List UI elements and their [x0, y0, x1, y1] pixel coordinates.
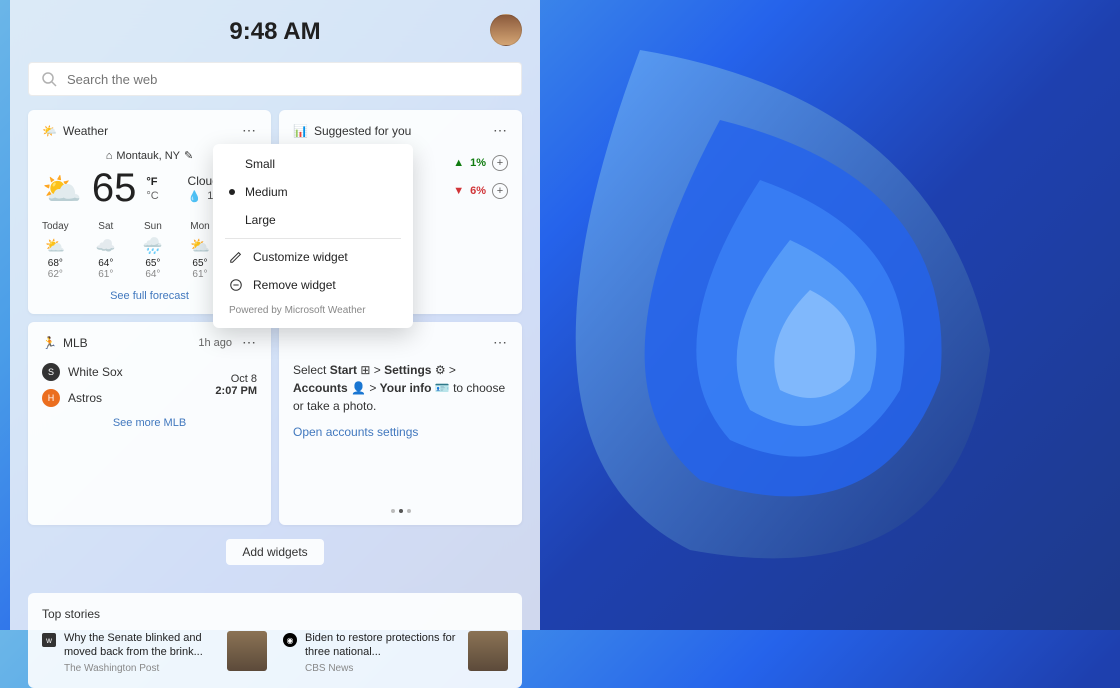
arrow-up-icon: ▲: [453, 157, 464, 169]
game-date: Oct 8: [215, 373, 257, 385]
menu-separator: [225, 238, 401, 239]
id-icon: 🪪: [435, 381, 450, 395]
dot[interactable]: [399, 509, 403, 513]
add-widgets-button[interactable]: Add widgets: [226, 539, 323, 565]
tips-body: Select Start ⊞ > Settings ⚙ > Accounts 👤…: [293, 361, 508, 415]
see-more-mlb-link[interactable]: See more MLB: [42, 417, 257, 429]
user-avatar[interactable]: [490, 14, 522, 46]
change-pct: 1%: [470, 157, 486, 169]
weather-title: Weather: [63, 124, 108, 138]
story-thumbnail: [227, 631, 267, 671]
suggested-title: Suggested for you: [314, 124, 411, 138]
story-headline: Biden to restore protections for three n…: [305, 631, 460, 660]
search-icon: [41, 71, 57, 87]
clock-time: 9:48 AM: [229, 18, 320, 46]
pencil-icon: [229, 250, 243, 264]
person-icon: 👤: [351, 381, 366, 395]
desktop-wallpaper: [440, 0, 1120, 630]
widgets-panel: 9:48 AM 🌤️ Weather ⋯ ⌂ Montauk, NY ✎ ⛅: [10, 0, 540, 630]
story-source: The Washington Post: [64, 663, 219, 674]
team-name: White Sox: [68, 365, 123, 379]
team-logo-icon: H: [42, 389, 60, 407]
suggested-more-button[interactable]: ⋯: [493, 122, 508, 139]
team-name: Astros: [68, 391, 102, 405]
dot[interactable]: [391, 509, 395, 513]
team-logo-icon: S: [42, 363, 60, 381]
story-thumbnail: [468, 631, 508, 671]
story-source: CBS News: [305, 663, 460, 674]
top-stories-card: Top stories w Why the Senate blinked and…: [28, 593, 522, 688]
search-box[interactable]: [28, 62, 522, 96]
menu-size-small[interactable]: Small: [213, 150, 413, 178]
wapo-icon: w: [42, 633, 56, 647]
forecast-day[interactable]: Sun🌧️65°64°: [143, 221, 163, 280]
forecast-day[interactable]: Today⛅68°62°: [42, 221, 69, 280]
weather-icon: 🌤️: [42, 124, 57, 138]
weather-more-button[interactable]: ⋯: [242, 122, 257, 139]
change-pct: 6%: [470, 185, 486, 197]
search-input[interactable]: [67, 72, 509, 87]
menu-size-large[interactable]: Large: [213, 206, 413, 234]
sports-icon: 🏃: [42, 336, 57, 350]
precip-icon: 💧: [188, 190, 202, 203]
story-item[interactable]: w Why the Senate blinked and moved back …: [42, 631, 267, 674]
unit-c[interactable]: °C: [146, 190, 158, 202]
menu-remove[interactable]: Remove widget: [213, 271, 413, 299]
widget-context-menu: Small Medium Large Customize widget Remo…: [213, 144, 413, 328]
remove-icon: [229, 278, 243, 292]
weather-location: Montauk, NY: [116, 150, 180, 162]
arrow-down-icon: ▼: [453, 185, 464, 197]
current-temp: 65: [92, 166, 137, 211]
chart-icon: 📊: [293, 124, 308, 138]
dot[interactable]: [407, 509, 411, 513]
current-weather-icon: ⛅: [42, 170, 82, 208]
menu-customize[interactable]: Customize widget: [213, 243, 413, 271]
start-icon: ⊞: [360, 363, 370, 377]
page-dots: [293, 509, 508, 513]
forecast-day[interactable]: Sat☁️64°61°: [96, 221, 116, 280]
team-row[interactable]: S White Sox: [42, 363, 123, 381]
edit-icon[interactable]: ✎: [184, 149, 193, 162]
forecast-day[interactable]: Mon⛅65°61°: [190, 221, 210, 280]
mlb-card: 🏃 MLB 1h ago ⋯ S White Sox H Astros: [28, 322, 271, 525]
game-time: 2:07 PM: [215, 385, 257, 397]
menu-size-medium[interactable]: Medium: [213, 178, 413, 206]
unit-f[interactable]: °F: [146, 176, 158, 188]
open-accounts-link[interactable]: Open accounts settings: [293, 425, 508, 439]
menu-footer: Powered by Microsoft Weather: [213, 299, 413, 322]
tips-card: ⋯ Select Start ⊞ > Settings ⚙ > Accounts…: [279, 322, 522, 525]
mlb-ago: 1h ago: [198, 337, 232, 349]
story-headline: Why the Senate blinked and moved back fr…: [64, 631, 219, 660]
add-button[interactable]: +: [492, 183, 508, 199]
team-row[interactable]: H Astros: [42, 389, 123, 407]
gear-icon: ⚙: [435, 363, 446, 377]
story-item[interactable]: ◉ Biden to restore protections for three…: [283, 631, 508, 674]
top-stories-title: Top stories: [42, 607, 508, 621]
home-icon: ⌂: [106, 150, 113, 162]
cbs-icon: ◉: [283, 633, 297, 647]
mlb-more-button[interactable]: ⋯: [242, 334, 257, 351]
mlb-title: MLB: [63, 336, 88, 350]
tips-more-button[interactable]: ⋯: [493, 334, 508, 351]
add-button[interactable]: +: [492, 155, 508, 171]
